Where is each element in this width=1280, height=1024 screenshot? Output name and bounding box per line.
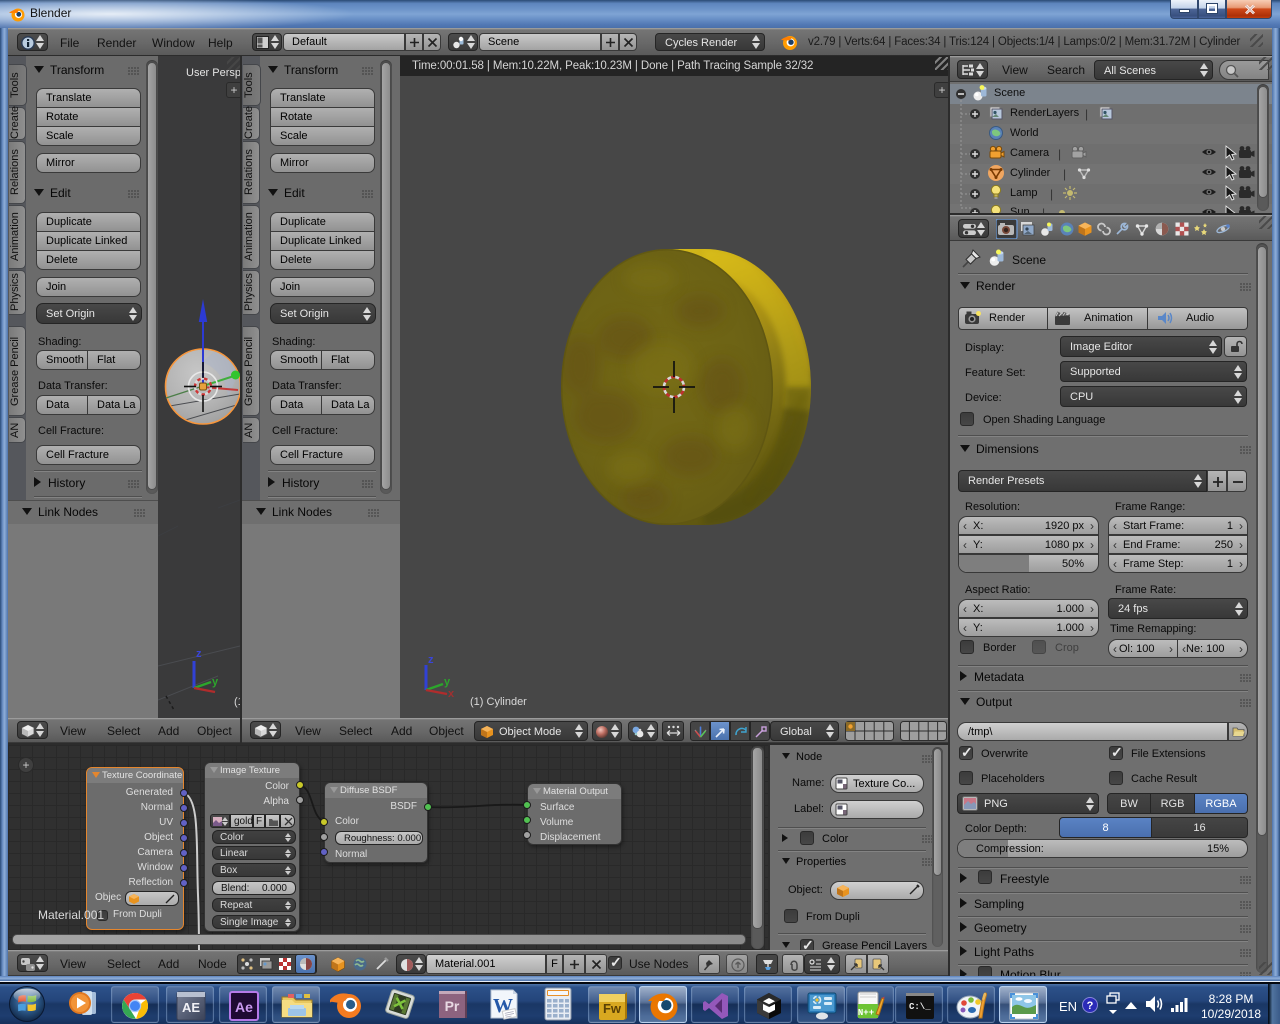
svg-text:Ae: Ae: [235, 999, 253, 1015]
svg-text:?: ?: [1087, 1000, 1094, 1012]
svg-text:Fw: Fw: [603, 1001, 622, 1016]
svg-text:AE: AE: [182, 1000, 200, 1015]
svg-text:N++: N++: [858, 1008, 874, 1018]
svg-text:Pr: Pr: [445, 998, 460, 1014]
svg-text:C:\_: C:\_: [909, 1002, 931, 1012]
